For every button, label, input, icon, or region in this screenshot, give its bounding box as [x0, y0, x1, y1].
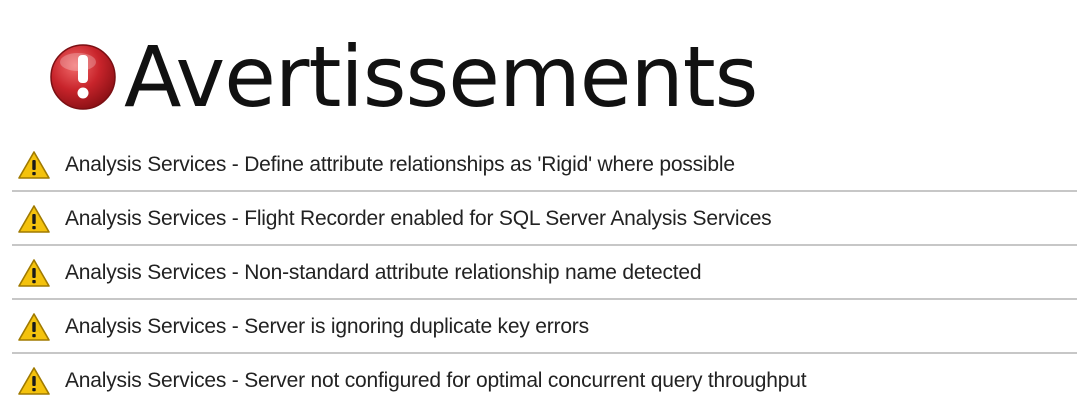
warning-text: Analysis Services - Server is ignoring d…: [65, 315, 589, 338]
list-item[interactable]: Analysis Services - Non-standard attribu…: [0, 246, 1077, 300]
warnings-header: Avertissements: [48, 22, 758, 132]
error-icon: [50, 44, 116, 110]
warning-text: Analysis Services - Define attribute rel…: [65, 153, 735, 176]
warnings-list: Analysis Services - Define attribute rel…: [0, 138, 1077, 408]
list-item[interactable]: Analysis Services - Define attribute rel…: [0, 138, 1077, 192]
list-item[interactable]: Analysis Services - Flight Recorder enab…: [0, 192, 1077, 246]
warning-text: Analysis Services - Non-standard attribu…: [65, 261, 702, 284]
warning-text: Analysis Services - Server not configure…: [65, 369, 807, 392]
warning-icon: [18, 313, 50, 341]
page-title: Avertissements: [124, 28, 758, 126]
warning-icon: [18, 151, 50, 179]
warning-icon: [18, 367, 50, 395]
list-item[interactable]: Analysis Services - Server is ignoring d…: [0, 300, 1077, 354]
warning-text: Analysis Services - Flight Recorder enab…: [65, 207, 772, 230]
list-item[interactable]: Analysis Services - Server not configure…: [0, 354, 1077, 408]
warning-icon: [18, 205, 50, 233]
warning-icon: [18, 259, 50, 287]
